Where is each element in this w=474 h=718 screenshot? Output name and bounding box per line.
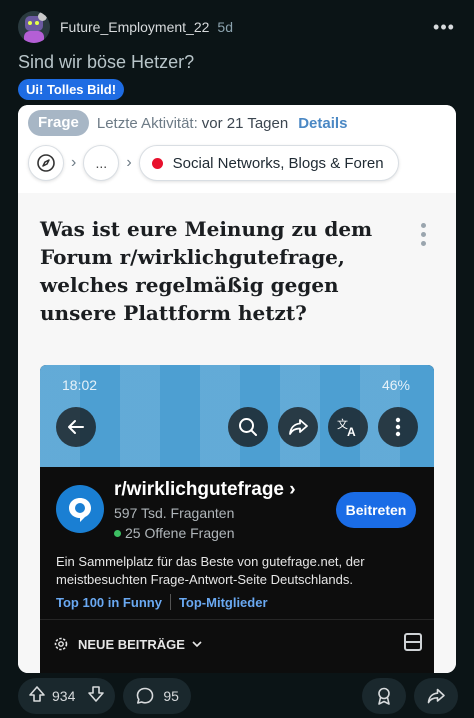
gf-breadcrumb-more: ...: [83, 145, 120, 181]
share-button[interactable]: [414, 678, 458, 714]
status-time: 18:02: [62, 377, 98, 393]
chevron-right-icon: ›: [71, 154, 77, 171]
share-arrow-icon: [278, 407, 318, 447]
author-username[interactable]: Future_Employment_22: [60, 19, 209, 35]
link-top-members: Top-Mitglieder: [178, 594, 268, 610]
vote-count: 934: [52, 688, 76, 704]
award-button[interactable]: [362, 678, 406, 714]
gf-activity-label: Letzte Aktivität:: [96, 114, 198, 132]
gf-category-pill: Social Networks, Blogs & Foren: [138, 145, 399, 181]
search-icon: [228, 407, 268, 447]
gf-question-area: Was ist eure Meinung zu dem Forum r/wirk…: [18, 193, 456, 673]
gear-icon: [54, 637, 68, 651]
downvote-icon: [88, 685, 105, 702]
downvote-button[interactable]: [87, 685, 105, 708]
chevron-right-icon: ›: [126, 154, 132, 171]
gf-breadcrumb: › ... › Social Networks, Blogs & Foren: [28, 145, 399, 181]
online-dot-icon: [114, 529, 121, 537]
post-title[interactable]: Sind wir böse Hetzer?: [18, 52, 194, 73]
category-dot-icon: [151, 157, 163, 169]
author-avatar[interactable]: [18, 11, 50, 43]
comment-count: 95: [163, 688, 179, 704]
subreddit-icon: [56, 485, 104, 533]
comments-button[interactable]: 95: [123, 678, 191, 714]
gf-activity-value: vor 21 Tagen: [201, 114, 289, 132]
award-icon: [378, 687, 390, 705]
embedded-screenshot: 18:02 46% 文A r/wirklichgutefrage › 597 T…: [40, 365, 434, 673]
link-top-100: Top 100 in Funny: [56, 594, 162, 610]
post-flair[interactable]: Ui! Tolles Bild!: [18, 79, 125, 100]
back-arrow-icon: [56, 407, 96, 447]
vote-control: 934: [18, 678, 116, 714]
overflow-menu-icon: [378, 407, 418, 447]
svg-text:A: A: [347, 425, 356, 438]
join-button: Beitreten: [336, 492, 416, 528]
comment-icon: [137, 687, 154, 704]
gf-compass-button: [28, 145, 64, 181]
gf-category-label: Social Networks, Blogs & Foren: [172, 154, 384, 172]
upvote-button[interactable]: [28, 685, 46, 708]
gf-header: Frage Letzte Aktivität: vor 21 Tagen Det…: [18, 105, 456, 193]
subreddit-online: 25 Offene Fragen: [114, 525, 234, 541]
kebab-icon: [418, 223, 428, 251]
post-age: 5d: [217, 19, 233, 35]
post-actions: 934 95: [18, 678, 458, 714]
divider: [40, 619, 434, 620]
gf-details-link: Details: [298, 114, 348, 132]
subreddit-links: Top 100 in Funny Top-Mitglieder: [56, 594, 268, 610]
subreddit-description: Ein Sammelplatz für das Beste von gutefr…: [56, 554, 365, 587]
upvote-icon: [29, 685, 45, 702]
layout-icon: [404, 633, 422, 651]
post-header: Future_Employment_22 5d •••: [18, 10, 458, 44]
gf-question-text: Was ist eure Meinung zu dem Forum r/wirk…: [40, 217, 373, 325]
gf-question-badge: Frage: [28, 110, 89, 136]
share-icon: [427, 688, 445, 704]
sort-selector: NEUE BEITRÄGE: [52, 635, 203, 653]
translate-icon: 文A: [328, 407, 368, 447]
subreddit-name: r/wirklichgutefrage ›: [114, 479, 296, 500]
chevron-down-icon: [192, 641, 202, 648]
subreddit-members: 597 Tsd. Fraganten: [114, 505, 235, 521]
sort-label: NEUE BEITRÄGE: [78, 636, 185, 652]
more-icon: •••: [433, 16, 455, 37]
post-image[interactable]: Frage Letzte Aktivität: vor 21 Tagen Det…: [18, 105, 456, 673]
gf-meta-row: Frage Letzte Aktivität: vor 21 Tagen Det…: [28, 109, 347, 137]
status-battery: 46%: [381, 377, 410, 393]
more-options-button[interactable]: •••: [430, 13, 458, 41]
compass-icon: [37, 154, 55, 172]
